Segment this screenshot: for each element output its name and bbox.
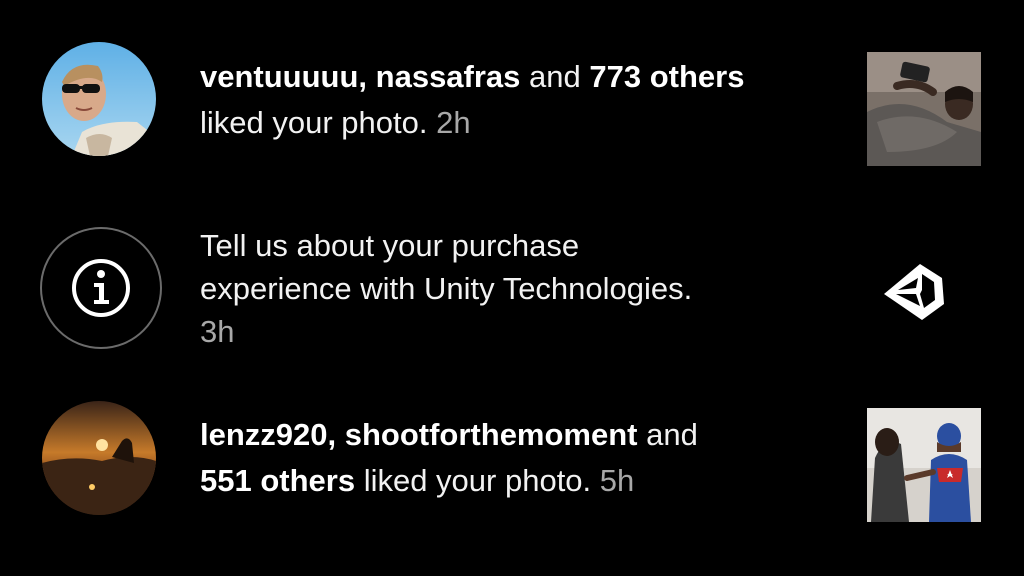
survey-line-2: experience with Unity Technologies. (200, 271, 693, 306)
action-text: liked your photo. (355, 463, 592, 498)
info-icon (72, 259, 130, 317)
others-count[interactable]: 773 others (589, 59, 744, 94)
photo-thumbnail[interactable] (867, 408, 981, 522)
photo-thumbnail[interactable] (867, 52, 981, 166)
others-count[interactable]: 551 others (200, 463, 355, 498)
notification-like-2[interactable]: lenzz920, shootforthemoment and 551 othe… (0, 398, 1024, 522)
notification-text: lenzz920, shootforthemoment and 551 othe… (200, 412, 840, 504)
info-icon-avatar (40, 227, 162, 349)
notification-survey[interactable]: Tell us about your purchase experience w… (0, 224, 1024, 352)
notification-like-1[interactable]: ventuuuuu, nassafras and 773 others like… (0, 40, 1024, 166)
connector-text: and (637, 417, 698, 452)
connector-text: and (520, 59, 590, 94)
unity-logo-icon[interactable] (880, 258, 948, 326)
timestamp: 5h (599, 463, 635, 498)
user-avatar[interactable] (42, 42, 156, 156)
user-avatar[interactable] (42, 401, 156, 515)
survey-line-1: Tell us about your purchase (200, 228, 580, 263)
notification-text: ventuuuuu, nassafras and 773 others like… (200, 54, 840, 146)
action-text: liked your photo. (200, 105, 428, 140)
notification-text: Tell us about your purchase experience w… (200, 224, 840, 353)
user-names[interactable]: lenzz920, shootforthemoment (200, 417, 638, 452)
timestamp: 2h (436, 105, 471, 140)
activity-feed: ventuuuuu, nassafras and 773 others like… (0, 0, 1024, 576)
timestamp: 3h (200, 314, 235, 349)
user-names[interactable]: ventuuuuu, nassafras (200, 59, 520, 94)
